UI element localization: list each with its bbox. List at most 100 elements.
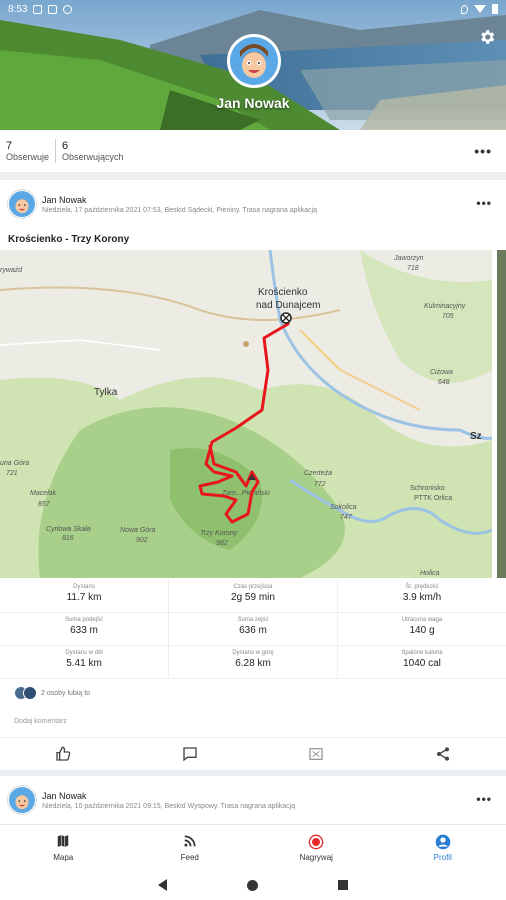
route-map[interactable]: Krościenko nad Dunajcem Tylka Sz Jaworzy…: [0, 250, 492, 578]
metric-label: Spalone kalorie: [401, 650, 443, 656]
nav-profile[interactable]: Profil: [403, 834, 483, 862]
feed-icon: [150, 834, 230, 850]
map-label-cizowa-h: 648: [438, 379, 450, 386]
fullscreen-icon[interactable]: [306, 744, 326, 764]
map-label-trzy-h: 982: [216, 540, 228, 547]
map-next-preview[interactable]: [497, 250, 506, 578]
nav-feed-label: Feed: [180, 852, 199, 862]
record-icon: [276, 834, 356, 850]
map-label-sokolica: Sokolica: [330, 504, 357, 511]
add-comment-field[interactable]: Dodaj komentarz: [14, 718, 67, 725]
following-count: 7: [6, 140, 13, 152]
metric-row: Dystans 11.7 km Czas przejścia 2g 59 min…: [0, 580, 506, 613]
home-icon[interactable]: [247, 879, 258, 891]
activity-card: Jan Nowak Niedziela, 17 października 202…: [0, 180, 506, 770]
metric-label: Dystans: [73, 584, 95, 590]
bottom-navigation: Mapa Feed Nagrywaj Profil: [0, 824, 506, 870]
metric-label: Dystans w górę: [232, 650, 274, 656]
likes-summary[interactable]: 2 osoby lubią to: [14, 686, 90, 700]
map-label-jaworzyn: Jaworzyn: [393, 255, 424, 262]
metric-weight-lost: Utracona waga 140 g: [338, 613, 506, 645]
following-stat[interactable]: 7 Obserwuje: [6, 140, 55, 162]
status-bar: 8:53: [0, 0, 506, 18]
metric-distance-down: Dystans w dół 5.41 km: [0, 646, 169, 678]
route-metrics: Dystans 11.7 km Czas przejścia 2g 59 min…: [0, 580, 506, 679]
metric-calories: Spalone kalorie 1040 cal: [338, 646, 506, 678]
back-icon[interactable]: [158, 879, 167, 891]
comment-icon[interactable]: [180, 744, 200, 764]
post-author[interactable]: Jan Nowak: [42, 791, 295, 801]
metric-label: Utracona waga: [401, 617, 443, 623]
metric-value: 3.9 km/h: [402, 592, 442, 603]
map-label-town2: nad Dunajcem: [256, 300, 320, 311]
metric-row: Suma podejść 633 m Suma zejść 636 m Utra…: [0, 613, 506, 646]
nav-feed[interactable]: Feed: [150, 834, 230, 862]
post-header: Jan Nowak Niedziela, 17 października 202…: [0, 180, 506, 228]
follow-stats: 7 Obserwuje 6 Obserwujących •••: [0, 130, 506, 172]
profile-more-icon[interactable]: •••: [474, 143, 492, 159]
nav-record-label: Nagrywaj: [299, 852, 333, 862]
map-label-town: Krościenko: [258, 287, 308, 298]
settings-gear-icon[interactable]: [478, 28, 496, 46]
post-subtitle: Niedziela, 17 października 2021 07:53, B…: [42, 206, 317, 214]
map-label-luna: una Góra: [0, 460, 29, 467]
map-label-cyrlowa-h: 816: [62, 535, 74, 542]
post-subtitle: Niedziela, 10 października 2021 09:15, B…: [42, 802, 296, 810]
profile-name: Jan Nowak: [216, 95, 290, 111]
recents-icon[interactable]: [338, 880, 348, 890]
author-avatar[interactable]: [8, 786, 36, 814]
map-icon: [23, 834, 103, 850]
map-label-czerteza-h: 772: [314, 481, 326, 488]
metric-ascent: Suma podejść 633 m: [0, 613, 169, 645]
map-label-cyrlowa: Cyrlowa Skała: [46, 526, 91, 533]
metric-value: 2g 59 min: [231, 592, 275, 603]
post-actions: [0, 737, 506, 769]
profile-icon: [403, 834, 483, 850]
map-label-edge: Sz: [470, 431, 482, 442]
map-label-kulmin: Kulminacyjny: [424, 303, 466, 310]
share-icon[interactable]: [433, 744, 453, 764]
nav-record[interactable]: Nagrywaj: [276, 834, 356, 862]
map-label-schronisko2: PTTK Orlica: [414, 495, 452, 502]
post-header: Jan Nowak Niedziela, 10 października 202…: [0, 776, 506, 824]
map-label-macelak: Macelak: [30, 490, 57, 497]
profile-avatar[interactable]: [227, 34, 281, 88]
map-label-macelak-h: 857: [38, 501, 51, 508]
map-label-kulmin-h: 705: [442, 313, 454, 320]
notification-icon: [63, 4, 73, 14]
activity-card: Jan Nowak Niedziela, 10 października 202…: [0, 776, 506, 824]
author-avatar[interactable]: [8, 190, 36, 218]
metric-value: 5.41 km: [66, 658, 102, 669]
metric-duration: Czas przejścia 2g 59 min: [169, 580, 338, 612]
metric-value: 1040 cal: [403, 658, 441, 669]
map-label-ryvald: ryważd: [0, 267, 23, 274]
post-author[interactable]: Jan Nowak: [42, 195, 317, 205]
metric-label: Czas przejścia: [233, 584, 273, 590]
poi-icon: [243, 341, 249, 347]
map-label-holica: Holica: [420, 570, 440, 577]
following-label: Obserwuje: [6, 152, 50, 162]
post-more-icon[interactable]: •••: [476, 792, 492, 806]
nav-map-label: Mapa: [53, 852, 74, 862]
nav-map[interactable]: Mapa: [23, 834, 103, 862]
map-label-luna-h: 721: [6, 470, 18, 477]
route-title[interactable]: Krościenko - Trzy Korony: [0, 228, 506, 250]
followers-stat[interactable]: 6 Obserwujących: [62, 140, 130, 162]
like-icon[interactable]: [53, 744, 73, 764]
map-label-tylka: Tylka: [94, 387, 118, 398]
system-navigation: [0, 870, 506, 900]
metric-row: Dystans w dół 5.41 km Dystans w górę 6.2…: [0, 646, 506, 679]
post-more-icon[interactable]: •••: [476, 196, 492, 210]
metric-value: 140 g: [409, 625, 435, 636]
likes-text: 2 osoby lubią to: [41, 689, 91, 697]
followers-label: Obserwujących: [62, 152, 124, 162]
metric-avg-speed: Śr. prędkość 3.9 km/h: [338, 580, 506, 612]
metric-descent: Suma zejść 636 m: [169, 613, 338, 645]
battery-icon: [492, 4, 498, 14]
metric-label: Śr. prędkość: [405, 584, 439, 590]
location-icon: [461, 4, 468, 14]
route-start-marker: [280, 312, 292, 324]
followers-count: 6: [62, 140, 69, 152]
nav-profile-label: Profil: [433, 852, 452, 862]
status-time: 8:53: [8, 3, 28, 15]
